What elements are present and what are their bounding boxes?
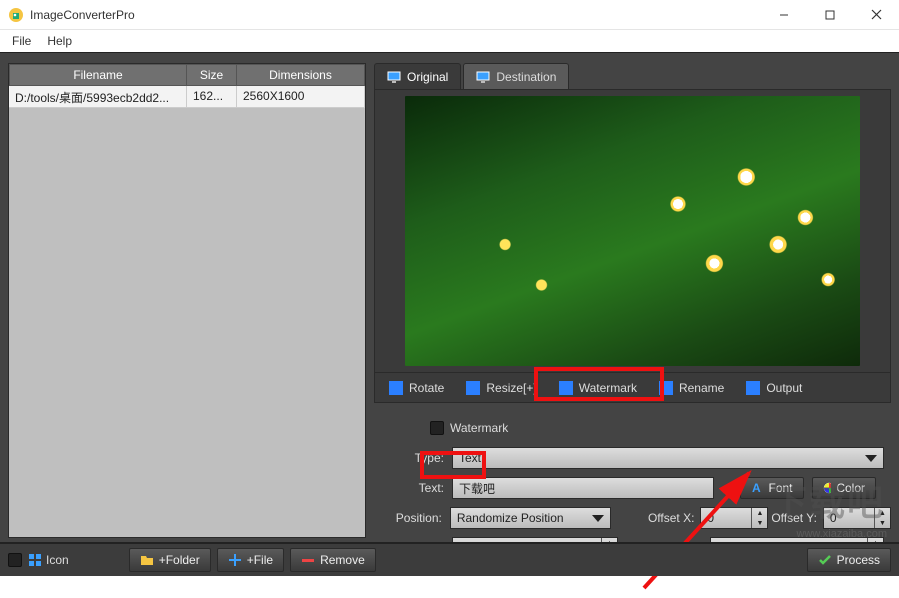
app-title: ImageConverterPro <box>30 8 761 22</box>
type-label: Type: <box>374 451 452 465</box>
action-watermark-label: Watermark <box>579 381 637 395</box>
cell-dimensions: 2560X1600 <box>237 86 365 107</box>
add-folder-label: +Folder <box>159 553 200 567</box>
action-output[interactable]: Output <box>736 376 812 400</box>
action-tabs: Rotate Resize[+] Watermark Rename Output <box>374 373 891 403</box>
watermark-form: Watermark Type: Text Text: A Font <box>374 403 891 563</box>
app-icon <box>8 7 24 23</box>
watermark-checkbox-label: Watermark <box>450 421 508 435</box>
svg-text:A: A <box>752 482 761 494</box>
icon-checkbox[interactable] <box>8 553 22 567</box>
titlebar: ImageConverterPro <box>0 0 899 30</box>
watermark-checkbox[interactable] <box>430 421 444 435</box>
action-rotate[interactable]: Rotate <box>379 376 454 400</box>
cell-filename: D:/tools/桌面/5993ecb2dd2... <box>9 86 187 107</box>
grid-header: Filename Size Dimensions <box>9 64 365 86</box>
action-watermark[interactable]: Watermark <box>549 376 647 400</box>
offsetx-label: Offset X: <box>646 511 700 525</box>
offsety-value: 0 <box>830 511 837 525</box>
plus-icon <box>228 553 242 567</box>
offsety-label: Offset Y: <box>768 511 822 525</box>
action-output-label: Output <box>766 381 802 395</box>
watermark-icon <box>559 381 573 395</box>
col-filename[interactable]: Filename <box>9 64 187 86</box>
main-area: Filename Size Dimensions D:/tools/桌面/599… <box>0 52 899 576</box>
minus-icon <box>301 553 315 567</box>
action-resize-label: Resize[+] <box>486 381 536 395</box>
preview-pane <box>374 89 891 373</box>
cell-size: 162... <box>187 86 237 107</box>
offsety-spinner[interactable]: 0▲▼ <box>823 507 891 529</box>
check-icon <box>818 553 832 567</box>
process-label: Process <box>837 553 880 567</box>
color-button-label: Color <box>836 481 865 495</box>
col-dimensions[interactable]: Dimensions <box>237 64 365 86</box>
remove-label: Remove <box>320 553 365 567</box>
type-select[interactable]: Text <box>452 447 884 469</box>
icon-checkbox-label: Icon <box>46 553 69 567</box>
minimize-button[interactable] <box>761 0 807 30</box>
action-rename[interactable]: Rename <box>649 376 734 400</box>
rename-icon <box>659 381 673 395</box>
offsetx-value: 0 <box>707 511 714 525</box>
add-file-button[interactable]: +File <box>217 548 284 572</box>
menu-file[interactable]: File <box>4 32 39 50</box>
process-button[interactable]: Process <box>807 548 891 572</box>
position-select[interactable]: Randomize Position <box>450 507 611 529</box>
tab-destination[interactable]: Destination <box>463 63 569 89</box>
bottom-toolbar: Icon +Folder +File Remove Process <box>0 542 899 576</box>
rotate-icon <box>389 381 403 395</box>
add-file-label: +File <box>247 553 273 567</box>
tab-destination-label: Destination <box>496 70 556 84</box>
font-icon: A <box>751 482 763 494</box>
position-label: Position: <box>374 511 450 525</box>
action-resize[interactable]: Resize[+] <box>456 376 546 400</box>
action-rename-label: Rename <box>679 381 724 395</box>
remove-button[interactable]: Remove <box>290 548 376 572</box>
folder-icon <box>140 553 154 567</box>
preview-tabs: Original Destination <box>374 63 891 89</box>
maximize-button[interactable] <box>807 0 853 30</box>
font-button[interactable]: A Font <box>740 477 804 499</box>
tab-original-label: Original <box>407 70 448 84</box>
text-input[interactable] <box>452 477 714 499</box>
dropdown-icon <box>592 515 604 522</box>
close-button[interactable] <box>853 0 899 30</box>
color-icon <box>823 482 831 494</box>
position-value: Randomize Position <box>457 511 564 525</box>
file-list: Filename Size Dimensions D:/tools/桌面/599… <box>8 63 366 538</box>
color-button[interactable]: Color <box>812 477 876 499</box>
text-label: Text: <box>374 481 452 495</box>
col-size[interactable]: Size <box>187 64 237 86</box>
type-value: Text <box>459 451 481 465</box>
font-button-label: Font <box>768 481 792 495</box>
resize-icon <box>466 381 480 395</box>
preview-image <box>405 96 860 366</box>
monitor-icon <box>476 70 490 84</box>
add-folder-button[interactable]: +Folder <box>129 548 211 572</box>
monitor-icon <box>387 70 401 84</box>
offsetx-spinner[interactable]: 0▲▼ <box>700 507 768 529</box>
output-icon <box>746 381 760 395</box>
tab-original[interactable]: Original <box>374 63 461 89</box>
grid-icon <box>28 553 42 567</box>
right-panel: Original Destination Rotate Resize[+] Wa… <box>374 63 891 538</box>
menu-help[interactable]: Help <box>39 32 80 50</box>
action-rotate-label: Rotate <box>409 381 444 395</box>
table-row[interactable]: D:/tools/桌面/5993ecb2dd2... 162... 2560X1… <box>9 86 365 108</box>
dropdown-icon <box>865 455 877 462</box>
menubar: File Help <box>0 30 899 52</box>
